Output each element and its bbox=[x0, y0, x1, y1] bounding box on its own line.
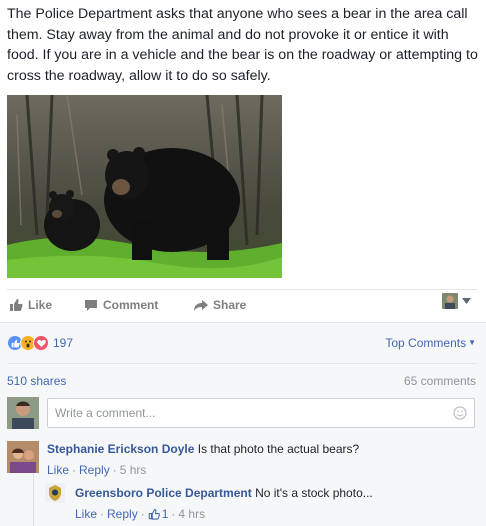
share-label: Share bbox=[213, 298, 247, 312]
comment-text: No it's a stock photo... bbox=[255, 486, 373, 500]
comment-author[interactable]: Stephanie Erickson Doyle bbox=[47, 442, 194, 456]
emoji-icon[interactable] bbox=[453, 406, 467, 420]
comment-meta: Like · Reply · 5 hrs bbox=[47, 462, 359, 478]
comment-reply-link[interactable]: Reply bbox=[79, 462, 110, 478]
comment-reply-link[interactable]: Reply bbox=[107, 506, 138, 522]
comments-count[interactable]: 65 comments bbox=[404, 374, 476, 388]
comment-like-count[interactable]: 1 bbox=[148, 506, 169, 522]
separator-dot: · bbox=[100, 507, 105, 521]
reactions-summary[interactable]: 197 bbox=[7, 335, 73, 351]
bear-photo[interactable] bbox=[7, 95, 282, 278]
comment-label: Comment bbox=[103, 298, 159, 312]
share-arrow-icon bbox=[194, 299, 208, 311]
viewer-avatar bbox=[442, 293, 458, 309]
shares-link[interactable]: 510 shares bbox=[7, 374, 66, 388]
comment-icon bbox=[85, 299, 97, 311]
comment-text: Is that photo the actual bears? bbox=[197, 442, 360, 456]
comment-button[interactable]: Comment bbox=[84, 296, 158, 314]
thumbs-up-icon bbox=[10, 299, 23, 311]
comment-input[interactable] bbox=[47, 398, 475, 428]
police-badge-avatar[interactable] bbox=[45, 483, 65, 503]
thumbs-up-outline-icon bbox=[148, 508, 160, 520]
top-comments-label: Top Comments bbox=[385, 336, 467, 350]
separator-dot: · bbox=[140, 507, 145, 521]
comment-composer bbox=[7, 397, 477, 429]
caret-down-icon: ▼ bbox=[468, 338, 476, 347]
comment-timestamp[interactable]: 5 hrs bbox=[120, 462, 147, 478]
post-actions: Like Comment Share bbox=[7, 289, 477, 319]
separator-dot: · bbox=[112, 463, 117, 477]
caret-down-icon bbox=[462, 298, 471, 304]
separator-dot: · bbox=[171, 507, 176, 521]
love-reaction-icon bbox=[33, 335, 49, 351]
comment-meta: Like · Reply · 1 · 4 hrs bbox=[75, 506, 373, 522]
top-comments-dropdown[interactable]: Top Comments ▼ bbox=[385, 336, 476, 350]
reply-thread-line bbox=[33, 473, 34, 526]
comment-body: Stephanie Erickson Doyle Is that photo t… bbox=[47, 441, 359, 478]
like-button[interactable]: Like bbox=[9, 296, 52, 314]
commenter-avatar[interactable] bbox=[7, 441, 39, 473]
share-button[interactable]: Share bbox=[194, 296, 246, 314]
like-count-value: 1 bbox=[161, 507, 169, 521]
comment-author[interactable]: Greensboro Police Department bbox=[75, 486, 252, 500]
comment-body: Greensboro Police Department No it's a s… bbox=[75, 485, 373, 522]
feedback-section: 197 Top Comments ▼ 510 shares 65 comments… bbox=[0, 322, 486, 526]
comment-like-link[interactable]: Like bbox=[47, 462, 69, 478]
viewer-avatar bbox=[7, 397, 39, 429]
like-label: Like bbox=[28, 298, 53, 312]
comment-timestamp[interactable]: 4 hrs bbox=[178, 506, 205, 522]
reaction-count: 197 bbox=[53, 336, 74, 350]
divider bbox=[7, 363, 477, 364]
post-text: The Police Department asks that anyone w… bbox=[7, 6, 478, 84]
comment-like-link[interactable]: Like bbox=[75, 506, 97, 522]
post-as-selector[interactable] bbox=[442, 293, 471, 309]
separator-dot: · bbox=[72, 463, 77, 477]
